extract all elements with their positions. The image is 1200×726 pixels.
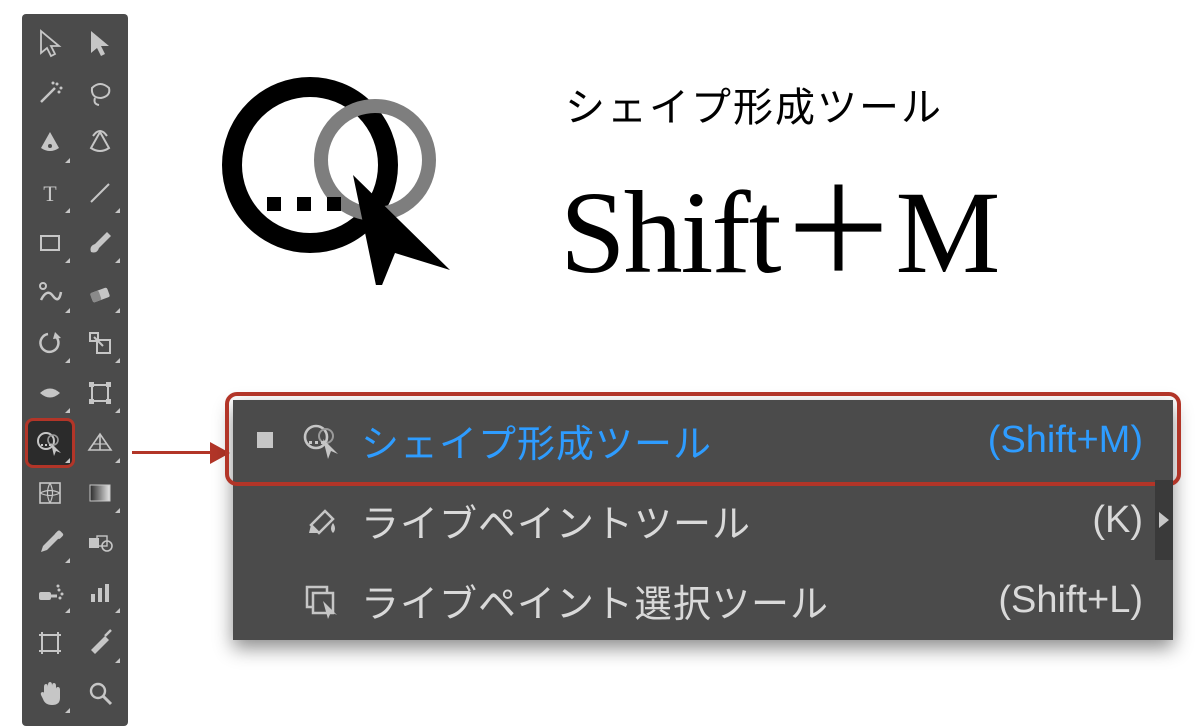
width-tool[interactable] bbox=[27, 370, 73, 416]
svg-text:T: T bbox=[43, 181, 57, 206]
zoom-tool[interactable] bbox=[77, 670, 123, 716]
direct-selection-tool[interactable] bbox=[77, 20, 123, 66]
flyout-item-shortcut: (Shift+L) bbox=[998, 579, 1143, 622]
flyout-item-live-paint[interactable]: ライブペイントツール (K) bbox=[233, 480, 1173, 560]
hero-subtitle: シェイプ形成ツール bbox=[565, 75, 943, 133]
callout-arrow-head bbox=[210, 442, 230, 464]
callout-arrow bbox=[132, 451, 217, 454]
flyout-item-label: ライブペイント選択ツール bbox=[361, 573, 978, 628]
artboard-tool[interactable] bbox=[27, 620, 73, 666]
flyout-tearoff-handle[interactable] bbox=[1155, 480, 1173, 560]
lasso-tool[interactable] bbox=[77, 70, 123, 116]
shape-builder-large-icon bbox=[215, 55, 485, 285]
live-paint-selection-icon bbox=[295, 579, 349, 621]
flyout-item-shortcut: (Shift+M) bbox=[988, 419, 1143, 462]
perspective-grid-tool[interactable] bbox=[77, 420, 123, 466]
eraser-tool[interactable] bbox=[77, 270, 123, 316]
pen-tool[interactable] bbox=[27, 120, 73, 166]
paintbrush-tool[interactable] bbox=[77, 220, 123, 266]
mesh-tool[interactable] bbox=[27, 470, 73, 516]
selection-tool[interactable] bbox=[27, 20, 73, 66]
flyout-item-live-paint-selection[interactable]: ライブペイント選択ツール (Shift+L) bbox=[233, 560, 1173, 640]
shaper-tool[interactable] bbox=[27, 270, 73, 316]
tool-flyout-menu: シェイプ形成ツール (Shift+M) ライブペイントツール (K) ライブペイ… bbox=[233, 400, 1173, 640]
hero-shortcut: Shift＋M bbox=[560, 135, 998, 306]
flyout-active-marker bbox=[257, 432, 273, 448]
shape-builder-icon bbox=[295, 419, 349, 461]
free-transform-tool[interactable] bbox=[77, 370, 123, 416]
rectangle-tool[interactable] bbox=[27, 220, 73, 266]
rotate-tool[interactable] bbox=[27, 320, 73, 366]
flyout-item-shortcut: (K) bbox=[1092, 499, 1143, 542]
hand-tool[interactable] bbox=[27, 670, 73, 716]
magic-wand-tool[interactable] bbox=[27, 70, 73, 116]
scale-tool[interactable] bbox=[77, 320, 123, 366]
gradient-tool[interactable] bbox=[77, 470, 123, 516]
eyedropper-tool[interactable] bbox=[27, 520, 73, 566]
line-tool[interactable] bbox=[77, 170, 123, 216]
shape-builder-tool[interactable] bbox=[27, 420, 73, 466]
flyout-item-shape-builder[interactable]: シェイプ形成ツール (Shift+M) bbox=[233, 400, 1173, 480]
live-paint-bucket-icon bbox=[295, 499, 349, 541]
tool-panel: T bbox=[22, 14, 128, 726]
flyout-item-label: シェイプ形成ツール bbox=[361, 413, 968, 468]
column-graph-tool[interactable] bbox=[77, 570, 123, 616]
curvature-tool[interactable] bbox=[77, 120, 123, 166]
blend-tool[interactable] bbox=[77, 520, 123, 566]
type-tool[interactable]: T bbox=[27, 170, 73, 216]
symbol-sprayer-tool[interactable] bbox=[27, 570, 73, 616]
slice-tool[interactable] bbox=[77, 620, 123, 666]
flyout-item-label: ライブペイントツール bbox=[361, 493, 1072, 548]
